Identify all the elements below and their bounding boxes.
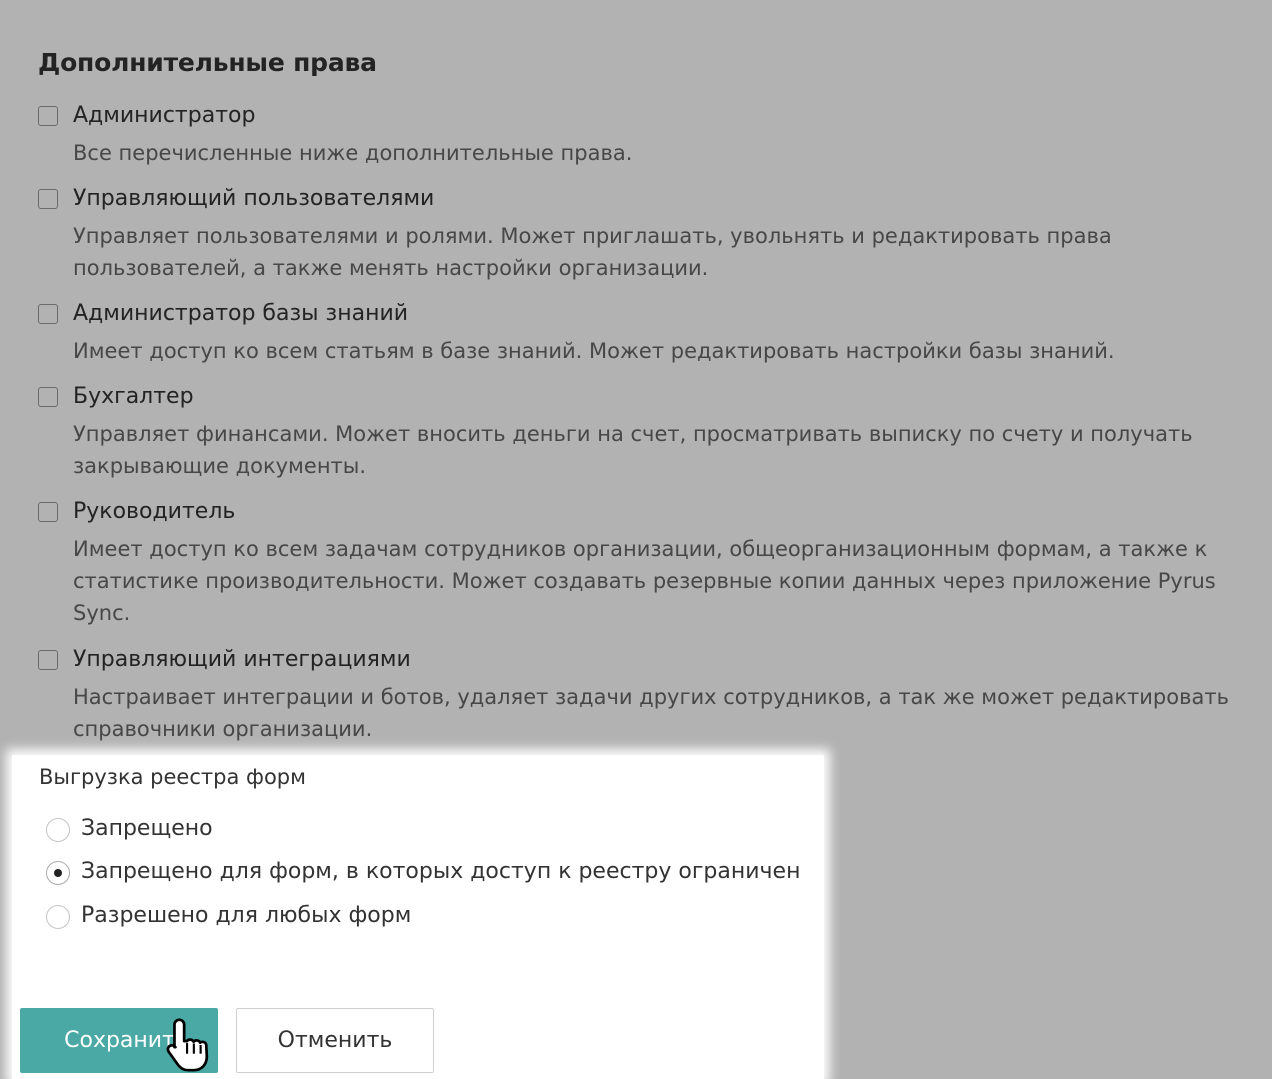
- cancel-button-label: Отменить: [277, 1028, 393, 1053]
- cancel-button[interactable]: Отменить: [236, 1008, 434, 1073]
- form-export-panel: Выгрузка реестра форм Запрещено Запрещен…: [12, 755, 824, 1079]
- radio-button[interactable]: [46, 818, 70, 842]
- form-export-title: Выгрузка реестра форм: [39, 765, 306, 789]
- radio-label[interactable]: Запрещено для форм, в которых доступ к р…: [81, 859, 800, 884]
- hand-pointer-icon: [166, 1018, 209, 1072]
- radio-label[interactable]: Запрещено: [81, 816, 213, 841]
- radio-button[interactable]: [46, 861, 70, 885]
- radio-button[interactable]: [46, 905, 70, 929]
- radio-label[interactable]: Разрешено для любых форм: [81, 903, 411, 928]
